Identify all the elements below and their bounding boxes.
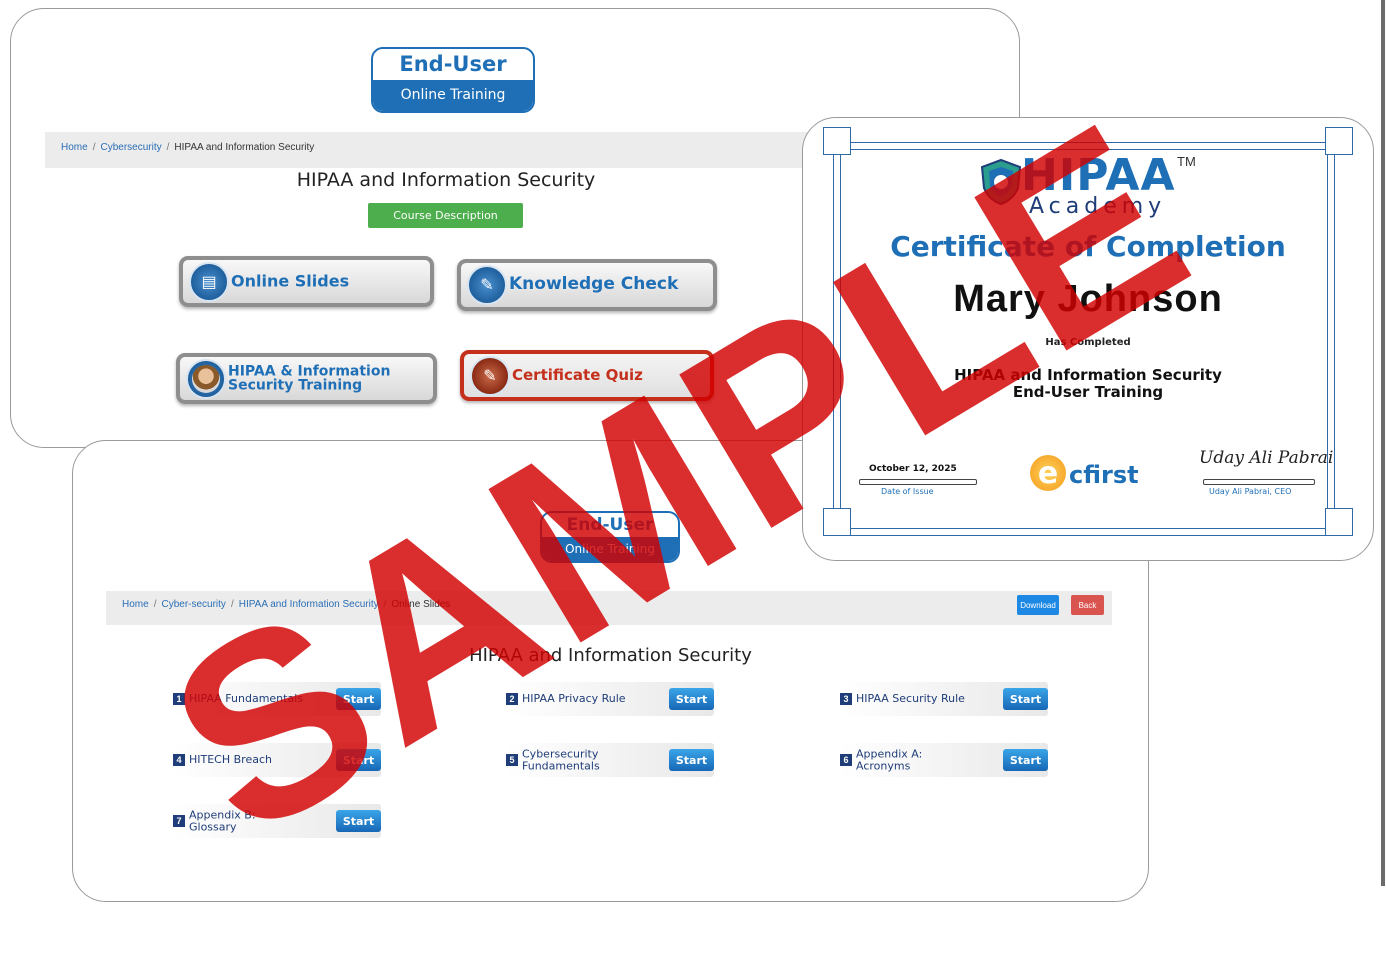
knowledge-check-label: Knowledge Check: [509, 274, 679, 295]
slides-icon: ▤: [189, 261, 229, 302]
end-user-logo: End-User Online Training: [540, 511, 680, 563]
module-4: 4 HITECH Breach Start: [173, 743, 381, 777]
module-number: 3: [840, 693, 852, 705]
start-button[interactable]: Start: [336, 810, 381, 832]
recipient-name: Mary Johnson: [953, 278, 1223, 320]
corner-ornament: [823, 127, 851, 155]
module-number: 2: [506, 693, 518, 705]
breadcrumb-home[interactable]: Home: [61, 142, 88, 153]
issue-date: October 12, 2025: [869, 464, 957, 474]
module-title: HIPAA Fundamentals: [189, 692, 303, 706]
online-slides-label: Online Slides: [231, 271, 350, 291]
logo-line2: Online Training: [542, 537, 678, 561]
breadcrumb-current: Online Slides: [391, 599, 451, 610]
module-title: HIPAA Privacy Rule: [522, 692, 626, 706]
start-button[interactable]: Start: [669, 688, 714, 710]
breadcrumb-course[interactable]: HIPAA and Information Security: [239, 599, 379, 610]
corner-ornament: [823, 508, 851, 536]
has-completed-text: Has Completed: [1045, 337, 1131, 348]
ecfirst-e-icon: e: [1030, 455, 1066, 491]
module-title: HITECH Breach: [189, 753, 272, 767]
certificate-panel: HIPAA TM Academy Certificate of Completi…: [802, 117, 1374, 561]
module-number: 4: [173, 754, 185, 766]
module-5: 5 Cybersecurity Fundamentals Start: [506, 743, 714, 777]
back-button[interactable]: Back: [1071, 595, 1104, 615]
module-number: 6: [840, 754, 852, 766]
module-number: 1: [173, 693, 185, 705]
quiz-icon: ✎: [470, 355, 510, 396]
start-button[interactable]: Start: [336, 688, 381, 710]
logo-line1: End-User: [566, 515, 654, 535]
module-1: 1 HIPAA Fundamentals Start: [173, 682, 381, 716]
window-edge: [1381, 0, 1385, 886]
logo-line2: Online Training: [373, 80, 533, 111]
training-label: HIPAA & Information Security Training: [228, 362, 391, 394]
page-title: HIPAA and Information Security: [296, 169, 596, 191]
training-label-line1: HIPAA & Information: [228, 362, 391, 379]
download-button[interactable]: Download: [1017, 595, 1059, 615]
knowledge-check-button[interactable]: ✎ Knowledge Check: [457, 259, 717, 311]
module-6: 6 Appendix A: Acronyms Start: [840, 743, 1048, 777]
breadcrumb-cyber-security[interactable]: Cyber-security: [161, 599, 225, 610]
instructor-avatar: [186, 358, 226, 399]
training-label-line2: Security Training: [228, 377, 363, 394]
start-button[interactable]: Start: [1003, 688, 1048, 710]
certificate-title: Certificate of Completion: [890, 230, 1286, 263]
checklist-icon: ✎: [467, 265, 507, 305]
module-3: 3 HIPAA Security Rule Start: [840, 682, 1048, 716]
breadcrumb-cybersecurity[interactable]: Cybersecurity: [100, 142, 161, 153]
breadcrumb-current: HIPAA and Information Security: [174, 142, 315, 153]
logo-line1: End-User: [399, 52, 507, 76]
page-title: HIPAA and Information Security: [469, 645, 752, 666]
shield-icon: [980, 158, 1022, 206]
date-line: [859, 479, 977, 485]
module-number: 7: [173, 815, 185, 827]
module-number: 5: [506, 754, 518, 766]
trademark: TM: [1177, 154, 1196, 169]
module-title: HIPAA Security Rule: [856, 692, 965, 706]
module-2: 2 HIPAA Privacy Rule Start: [506, 682, 714, 716]
date-of-issue-label: Date of Issue: [881, 487, 934, 496]
module-title: Appendix B: Glossary: [189, 808, 256, 833]
ecfirst-logo-text: cfirst: [1069, 461, 1139, 489]
signature-line: [1203, 479, 1315, 485]
breadcrumb: Home / Cyber-security / HIPAA and Informatio…: [106, 591, 1112, 625]
start-button[interactable]: Start: [669, 749, 714, 771]
module-title: Cybersecurity Fundamentals: [522, 747, 600, 772]
online-slides-button[interactable]: ▤ Online Slides: [179, 256, 434, 307]
course-description-button[interactable]: Course Description: [368, 203, 523, 228]
corner-ornament: [1325, 508, 1353, 536]
academy-text: Academy: [1029, 194, 1167, 219]
signature: Uday Ali Pabrai: [1199, 448, 1334, 468]
breadcrumb-home[interactable]: Home: [122, 599, 149, 610]
signer-label: Uday Ali Pabrai, CEO: [1209, 487, 1292, 496]
training-video-button[interactable]: HIPAA & Information Security Training: [176, 353, 437, 404]
breadcrumb: Home / Cybersecurity / HIPAA and Information…: [45, 132, 835, 168]
module-title: Appendix A: Acronyms: [856, 747, 923, 772]
module-7: 7 Appendix B: Glossary Start: [173, 804, 381, 838]
certificate-quiz-label: Certificate Quiz: [512, 365, 643, 384]
end-user-logo: End-User Online Training: [371, 47, 535, 113]
start-button[interactable]: Start: [336, 749, 381, 771]
completed-course: HIPAA and Information Security End-User T…: [954, 366, 1222, 401]
corner-ornament: [1325, 127, 1353, 155]
certificate-quiz-button[interactable]: ✎ Certificate Quiz: [460, 350, 714, 401]
start-button[interactable]: Start: [1003, 749, 1048, 771]
